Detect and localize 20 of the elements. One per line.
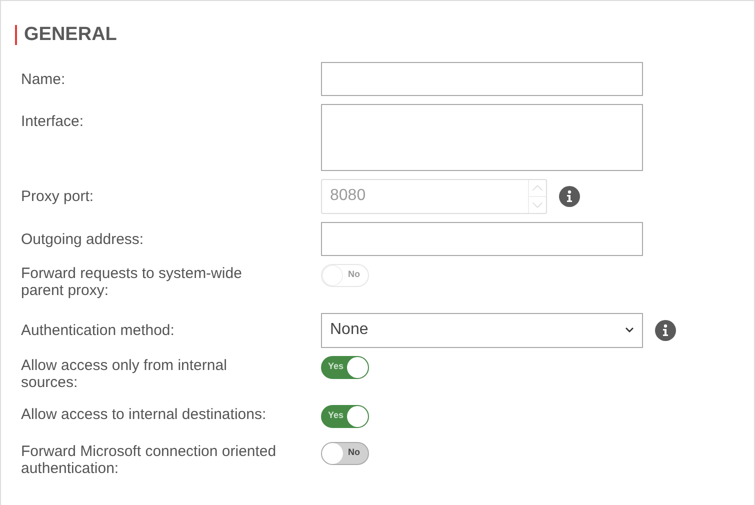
accent-bar — [15, 25, 17, 46]
field-label: Forward requests to system-wide parent proxy: — [21, 264, 243, 298]
field-label: Interface: — [21, 112, 85, 130]
field-label: Name: — [21, 70, 66, 88]
toggle-switch[interactable]: Yes — [321, 404, 369, 428]
section-title: GENERAL — [24, 23, 117, 47]
toggle-switch[interactable]: Yes — [321, 356, 369, 378]
select-dropdown[interactable]: None — [321, 312, 643, 348]
text-field[interactable] — [321, 222, 643, 256]
text-field[interactable] — [321, 62, 643, 96]
field-label: Outgoing address: — [21, 230, 145, 248]
field-label: Proxy port: — [21, 186, 95, 204]
field-label: Allow access only from internal sources: — [21, 356, 228, 390]
field-label: Authentication method: — [21, 320, 176, 338]
info-icon[interactable] — [655, 320, 676, 340]
toggle-switch[interactable]: No — [321, 442, 369, 464]
field-label: Allow access to internal destinations: — [21, 404, 268, 422]
text-area[interactable] — [321, 104, 643, 170]
field-label: Forward Microsoft connection oriented authentication: — [21, 442, 278, 476]
chevron-down-icon — [625, 327, 634, 333]
